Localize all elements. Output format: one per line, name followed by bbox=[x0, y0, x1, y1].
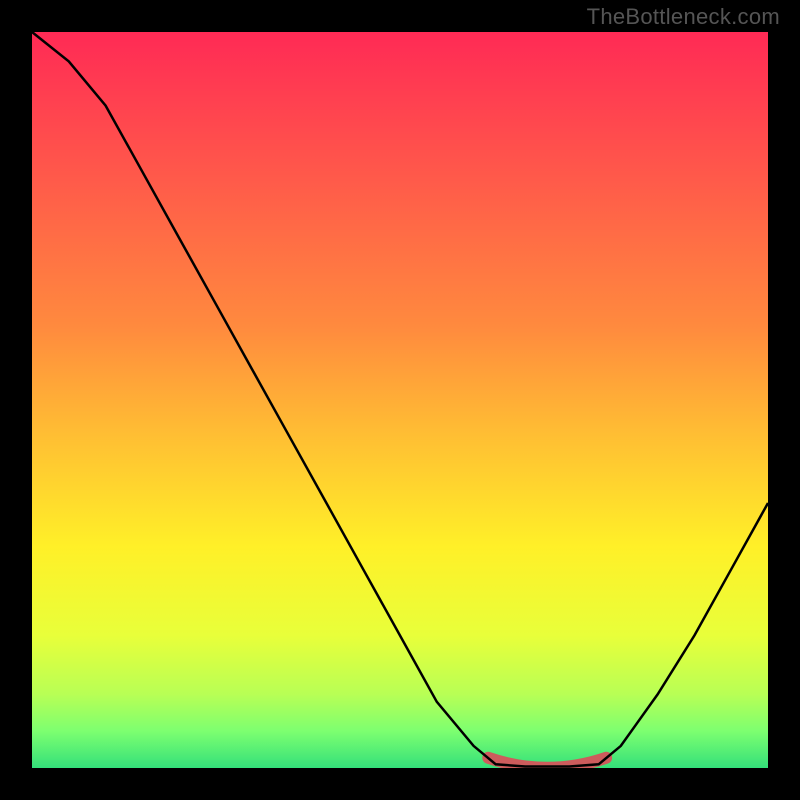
chart-svg bbox=[32, 32, 768, 768]
plot-area bbox=[32, 32, 768, 768]
chart-background bbox=[32, 32, 768, 768]
watermark-label: TheBottleneck.com bbox=[587, 4, 780, 30]
chart-stage: TheBottleneck.com bbox=[0, 0, 800, 800]
